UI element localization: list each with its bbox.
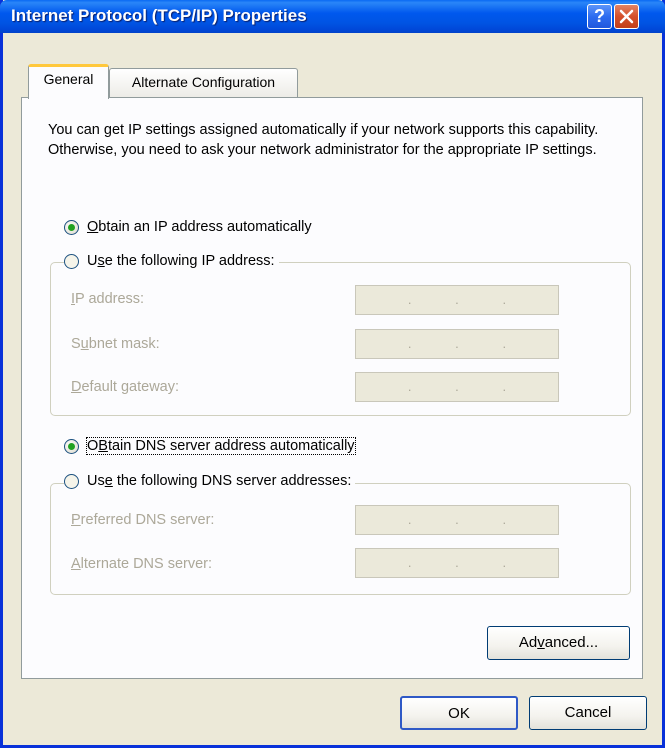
dialog-window: Internet Protocol (TCP/IP) Properties ? … xyxy=(0,0,665,748)
use-following-dns-radio[interactable]: Use the following DNS server addresses: xyxy=(64,473,356,489)
subnet-mask-label: Subnet mask: xyxy=(71,336,160,352)
obtain-ip-automatically-label: Obtain an IP address automatically xyxy=(87,219,312,235)
close-button[interactable] xyxy=(614,4,639,29)
ip-address-field[interactable]: ... xyxy=(355,285,559,315)
obtain-ip-automatically-radio[interactable]: Obtain an IP address automatically xyxy=(64,219,316,235)
ip-address-group: IP address: ... Subnet mask: ... Default… xyxy=(50,262,631,416)
ok-button-label: OK xyxy=(448,705,470,722)
description-text: You can get IP settings assigned automat… xyxy=(48,122,599,158)
title-bar[interactable]: Internet Protocol (TCP/IP) Properties ? xyxy=(0,0,665,33)
default-gateway-field[interactable]: ... xyxy=(355,372,559,402)
tab-general[interactable]: General xyxy=(28,64,109,99)
cancel-button[interactable]: Cancel xyxy=(529,696,647,730)
alternate-dns-label: Alternate DNS server: xyxy=(71,556,213,572)
use-following-ip-label: Use the following IP address: xyxy=(87,253,275,269)
window-title: Internet Protocol (TCP/IP) Properties xyxy=(11,6,307,25)
help-button[interactable]: ? xyxy=(587,4,612,29)
radio-selected-icon xyxy=(64,219,79,235)
general-tab-panel: You can get IP settings assigned automat… xyxy=(21,97,643,679)
obtain-dns-automatically-label: OBtain DNS server address automatically xyxy=(86,437,356,455)
ip-address-label: IP address: xyxy=(71,291,145,307)
subnet-mask-field[interactable]: ... xyxy=(355,329,559,359)
close-icon xyxy=(619,9,634,24)
tab-alternate-configuration[interactable]: Alternate Configuration xyxy=(109,68,298,98)
tab-alternate-configuration-label: Alternate Configuration xyxy=(131,74,276,90)
cancel-button-label: Cancel xyxy=(564,704,612,721)
dns-server-group: Preferred DNS server: ... Alternate DNS … xyxy=(50,483,631,595)
ok-button[interactable]: OK xyxy=(400,696,518,730)
preferred-dns-field[interactable]: ... xyxy=(355,505,559,535)
tab-general-label: General xyxy=(43,71,94,87)
radio-unselected-icon xyxy=(64,253,79,269)
alternate-dns-field[interactable]: ... xyxy=(355,548,559,578)
use-following-dns-label: Use the following DNS server addresses: xyxy=(87,473,352,489)
radio-unselected-icon xyxy=(64,473,79,489)
preferred-dns-label: Preferred DNS server: xyxy=(71,512,215,528)
help-icon: ? xyxy=(594,6,605,26)
advanced-button-label: Advanced... xyxy=(518,634,599,651)
advanced-button[interactable]: Advanced... xyxy=(487,626,630,660)
radio-selected-icon xyxy=(64,438,79,454)
use-following-ip-radio[interactable]: Use the following IP address: xyxy=(64,253,279,269)
default-gateway-label: Default gateway: xyxy=(71,379,180,395)
obtain-dns-automatically-radio[interactable]: OBtain DNS server address automatically xyxy=(64,437,359,455)
